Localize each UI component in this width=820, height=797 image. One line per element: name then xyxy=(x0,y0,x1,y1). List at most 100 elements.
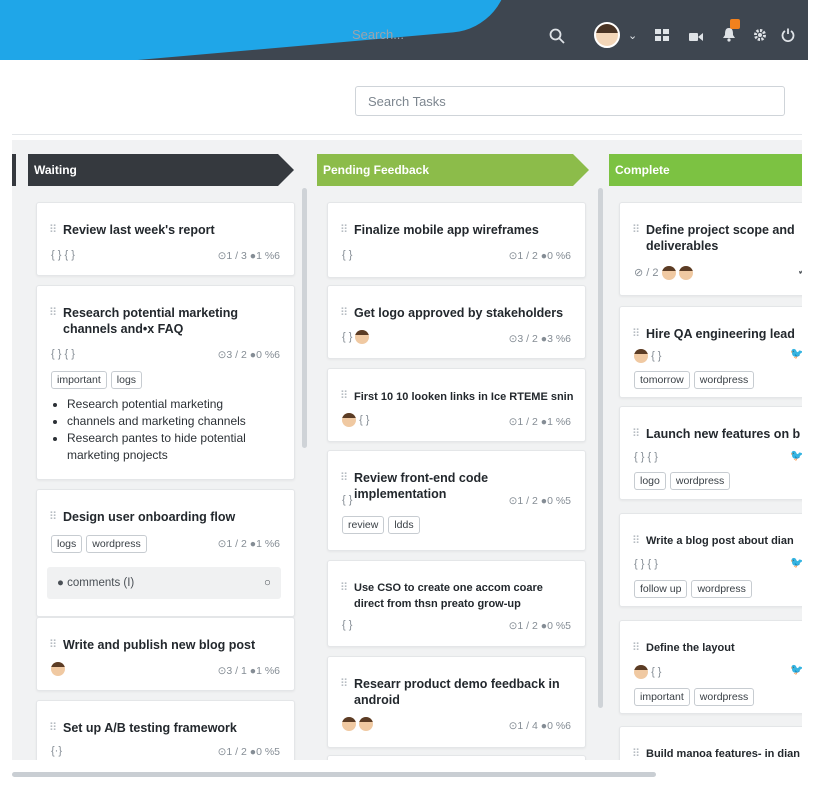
global-search-input[interactable]: Search... xyxy=(352,27,404,42)
column-header-waiting[interactable]: Waiting xyxy=(28,154,294,186)
tag[interactable]: wordpress xyxy=(669,472,731,490)
task-card[interactable]: ⠿ Set up A/B testing framework {·} ⊙1 / … xyxy=(36,700,295,760)
search-tasks-input[interactable]: Search Tasks xyxy=(355,86,785,116)
drag-handle-icon[interactable]: ⠿ xyxy=(340,677,348,690)
card-meta: { } xyxy=(634,349,661,363)
column-scrollbar[interactable] xyxy=(598,188,603,708)
comments-toggle[interactable]: ● comments (I) ○ xyxy=(47,567,281,599)
card-title: Get logo approved by stakeholders xyxy=(354,306,564,320)
header-arrow xyxy=(278,154,294,186)
task-card[interactable]: ⠿ Finalize mobile app wireframes { } ⊙1 … xyxy=(327,202,586,278)
drag-handle-icon[interactable]: ⠿ xyxy=(340,306,348,319)
drag-handle-icon[interactable]: ⠿ xyxy=(340,223,348,236)
tag[interactable]: important xyxy=(634,688,690,706)
tag[interactable]: logs xyxy=(51,535,83,553)
column-title: Pending Feedback xyxy=(323,163,430,177)
task-card[interactable]: ⠿ Design user onboarding flow logs wordpr… xyxy=(36,489,295,617)
grid-icon[interactable] xyxy=(655,29,669,45)
tag[interactable]: wordpress xyxy=(691,580,752,598)
card-meta: { } xyxy=(342,249,353,261)
board-horizontal-scrollbar[interactable] xyxy=(12,772,656,777)
column-header-pending-feedback[interactable]: Pending Feedback xyxy=(317,154,589,186)
assignee-avatars xyxy=(342,717,374,731)
column-title: Complete xyxy=(615,163,670,177)
task-card[interactable]: ⠿ Launch new features on b { } { } 🐦 log… xyxy=(619,406,802,500)
tag-list: logo wordpress xyxy=(634,471,734,490)
card-meta: { } xyxy=(634,665,661,679)
drag-handle-icon[interactable]: ⠿ xyxy=(49,638,57,651)
tag[interactable]: wordpress xyxy=(693,371,755,389)
drag-handle-icon[interactable]: ⠿ xyxy=(632,427,640,440)
task-card[interactable]: ⠿ Build manoa features- in dian xyxy=(619,726,802,760)
task-card[interactable]: ⠿ Define the layout { } 🐦 important wordp… xyxy=(619,620,802,714)
task-card[interactable]: ⠿ Get logo approved by stakeholders { } … xyxy=(327,285,586,359)
drag-handle-icon[interactable]: ⠿ xyxy=(340,581,348,594)
tag[interactable]: important xyxy=(51,371,107,389)
twitter-icon[interactable]: 🐦 xyxy=(790,556,802,569)
task-card[interactable]: ⠿ First 10 10 looken links in Ice RTEME … xyxy=(327,368,586,442)
tag[interactable]: ldds xyxy=(388,516,420,534)
card-checklist: Research potential marketing channels an… xyxy=(51,396,287,464)
card-stats: ⊙3 / 1 ●1 %6 xyxy=(217,665,280,677)
column-header-complete[interactable]: Complete xyxy=(609,154,802,186)
task-card[interactable]: ⠿ Use CSO to create one accom coare dire… xyxy=(327,560,586,647)
card-title: Define project scope and deliverables xyxy=(646,223,795,253)
card-meta: { } xyxy=(342,413,369,427)
card-stats: ⊙1 / 2 ●1 %6 xyxy=(508,416,571,428)
task-card[interactable]: ⠿ Researr product demo feedback in andro… xyxy=(327,656,586,748)
tag[interactable]: logs xyxy=(110,371,143,389)
drag-handle-icon[interactable]: ⠿ xyxy=(632,327,640,340)
user-avatar[interactable] xyxy=(594,22,620,48)
check-icon[interactable]: ✓ xyxy=(797,263,802,279)
assignee-avatar xyxy=(51,662,65,676)
card-title: First 10 10 looken links in Ice RTEME sn… xyxy=(354,391,574,403)
power-icon[interactable] xyxy=(781,28,795,46)
bell-icon[interactable] xyxy=(722,27,736,46)
twitter-icon[interactable]: 🐦 xyxy=(790,347,802,360)
card-title: Finalize mobile app wireframes xyxy=(354,223,539,237)
search-icon[interactable] xyxy=(549,28,565,48)
tag[interactable]: review xyxy=(342,516,385,534)
tag[interactable]: wordpress xyxy=(86,535,147,553)
drag-handle-icon[interactable]: ⠿ xyxy=(340,471,348,484)
card-title: Research potential marketing channels an… xyxy=(63,306,239,336)
tag[interactable]: logo xyxy=(634,472,666,490)
chevron-down-icon[interactable]: ⌄ xyxy=(628,28,637,44)
tag[interactable]: wordpress xyxy=(693,688,755,706)
card-stats: ⊙1 / 2 ●0 %5 xyxy=(508,495,571,507)
column-complete: Complete xyxy=(609,154,802,186)
card-meta-text: { } xyxy=(342,330,353,343)
task-card[interactable]: ⠿ Review last week's report { } { } ⊙1 /… xyxy=(36,202,295,276)
drag-handle-icon[interactable]: ⠿ xyxy=(632,747,640,760)
tag[interactable]: tomorrow xyxy=(634,371,690,389)
tag-list: follow up wordpress xyxy=(634,579,756,598)
task-card[interactable]: ⠿ Write and publish new blog post ⊙3 / 1… xyxy=(36,617,295,691)
gear-icon[interactable] xyxy=(753,28,767,46)
drag-handle-icon[interactable]: ⠿ xyxy=(632,534,640,547)
drag-handle-icon[interactable]: ⠿ xyxy=(632,641,640,654)
drag-handle-icon[interactable]: ⠿ xyxy=(49,721,57,734)
drag-handle-icon[interactable]: ⠿ xyxy=(632,223,640,236)
task-card[interactable]: ⠿ Write a blog post about dian { } { } 🐦… xyxy=(619,513,802,607)
tag[interactable]: follow up xyxy=(634,580,688,598)
twitter-icon[interactable]: 🐦 xyxy=(790,449,802,462)
video-icon[interactable] xyxy=(689,30,703,46)
column-waiting: Waiting xyxy=(28,154,294,186)
task-card[interactable]: ⠿ Hire QA engineering lead { } 🐦 tomorro… xyxy=(619,306,802,398)
card-meta-text: { } xyxy=(359,413,370,426)
comment-outline-icon[interactable]: ○ xyxy=(264,567,271,599)
column-scrollbar[interactable] xyxy=(302,188,307,448)
drag-handle-icon[interactable]: ⠿ xyxy=(49,306,57,319)
task-card[interactable]: ⠿ Research potential marketing channels … xyxy=(36,285,295,480)
card-title: Write and publish new blog post xyxy=(63,638,256,652)
twitter-icon[interactable]: 🐦 xyxy=(790,663,802,676)
drag-handle-icon[interactable]: ⠿ xyxy=(340,389,348,402)
task-card[interactable]: ⠿ Review front-end code implementation {… xyxy=(327,450,586,551)
card-stats: ⊙1 / 4 ●0 %6 xyxy=(508,720,571,732)
drag-handle-icon[interactable]: ⠿ xyxy=(49,510,57,523)
drag-handle-icon[interactable]: ⠿ xyxy=(49,223,57,236)
tag-list: important logs xyxy=(51,370,146,389)
tag-list: review ldds xyxy=(342,515,424,534)
task-card[interactable] xyxy=(327,755,586,760)
task-card[interactable]: ⠿ Define project scope and deliverables … xyxy=(619,202,802,296)
